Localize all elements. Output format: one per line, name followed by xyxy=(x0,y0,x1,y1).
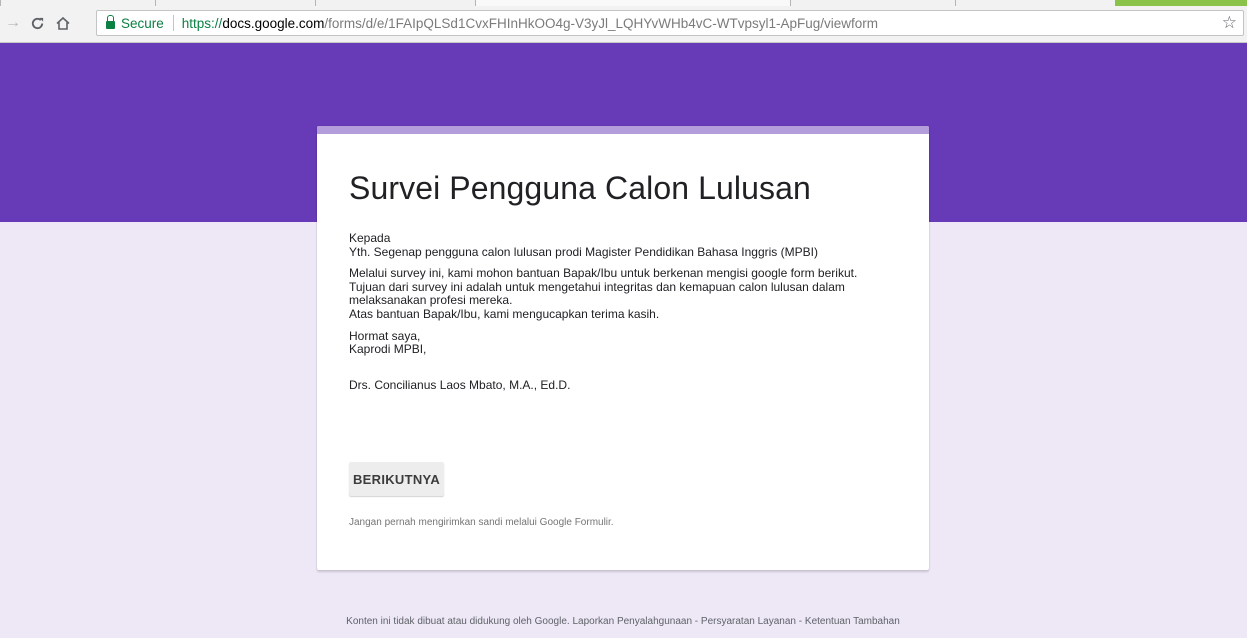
description-line: Tujuan dari survey ini adalah untuk meng… xyxy=(349,279,845,294)
description-paragraph: Kepada Yth. Segenap pengguna calon lulus… xyxy=(349,231,909,259)
terms-of-service-link[interactable]: Persyaratan Layanan xyxy=(701,616,796,627)
report-abuse-link[interactable]: Laporkan Penyalahgunaan xyxy=(572,616,692,627)
description-line: Kepada xyxy=(349,231,391,245)
description-line: Kaprodi MPBI, xyxy=(349,342,427,357)
description-paragraph: Melalui survey ini, kami mohon bantuan B… xyxy=(349,267,909,321)
back-arrow-icon[interactable]: → xyxy=(2,12,24,34)
secure-label: Secure xyxy=(121,15,164,31)
lock-icon xyxy=(106,15,115,29)
additional-terms-link[interactable]: Ketentuan Tambahan xyxy=(805,616,900,627)
signature-name: Drs. Concilianus Laos Mbato, M.A., Ed.D. xyxy=(349,377,571,392)
home-icon[interactable] xyxy=(52,12,74,34)
footer-separator: - xyxy=(694,616,699,627)
form-title: Survei Pengguna Calon Lulusan xyxy=(349,170,811,206)
page-footer: Konten ini tidak dibuat atau didukung ol… xyxy=(317,616,929,627)
url-path: /forms/d/e/1FAIpQLSd1CvxFHInHkOO4g-V3yJl… xyxy=(324,15,879,31)
reload-icon[interactable] xyxy=(26,12,48,34)
description-line: Yth. Segenap pengguna calon lulusan prod… xyxy=(349,244,818,259)
divider xyxy=(172,15,174,31)
description-line: Atas bantuan Bapak/Ibu, kami mengucapkan… xyxy=(349,306,660,321)
password-warning: Jangan pernah mengirimkan sandi melalui … xyxy=(349,517,614,528)
footer-disclaimer: Konten ini tidak dibuat atau didukung ol… xyxy=(346,616,570,627)
next-button[interactable]: BERIKUTNYA xyxy=(349,462,444,496)
description-line: Melalui survey ini, kami mohon bantuan B… xyxy=(349,266,858,281)
url-host: docs.google.com xyxy=(222,15,325,31)
form-card: Survei Pengguna Calon Lulusan Kepada Yth… xyxy=(317,126,929,570)
form-description: Kepada Yth. Segenap pengguna calon lulus… xyxy=(349,231,909,400)
address-bar[interactable]: Secure https://docs.google.com/forms/d/e… xyxy=(96,10,1244,36)
description-paragraph: Hormat saya, Kaprodi MPBI, xyxy=(349,328,909,357)
description-line: Hormat saya, xyxy=(349,328,421,343)
card-accent-bar xyxy=(317,126,929,134)
url-protocol: https:// xyxy=(181,15,223,31)
footer-separator: - xyxy=(798,616,803,627)
star-icon[interactable]: ☆ xyxy=(1222,13,1237,33)
description-line: melaksanakan profesi mereka. xyxy=(349,293,513,308)
browser-toolbar: → Secure https://docs.google.com/forms/d… xyxy=(0,6,1247,43)
